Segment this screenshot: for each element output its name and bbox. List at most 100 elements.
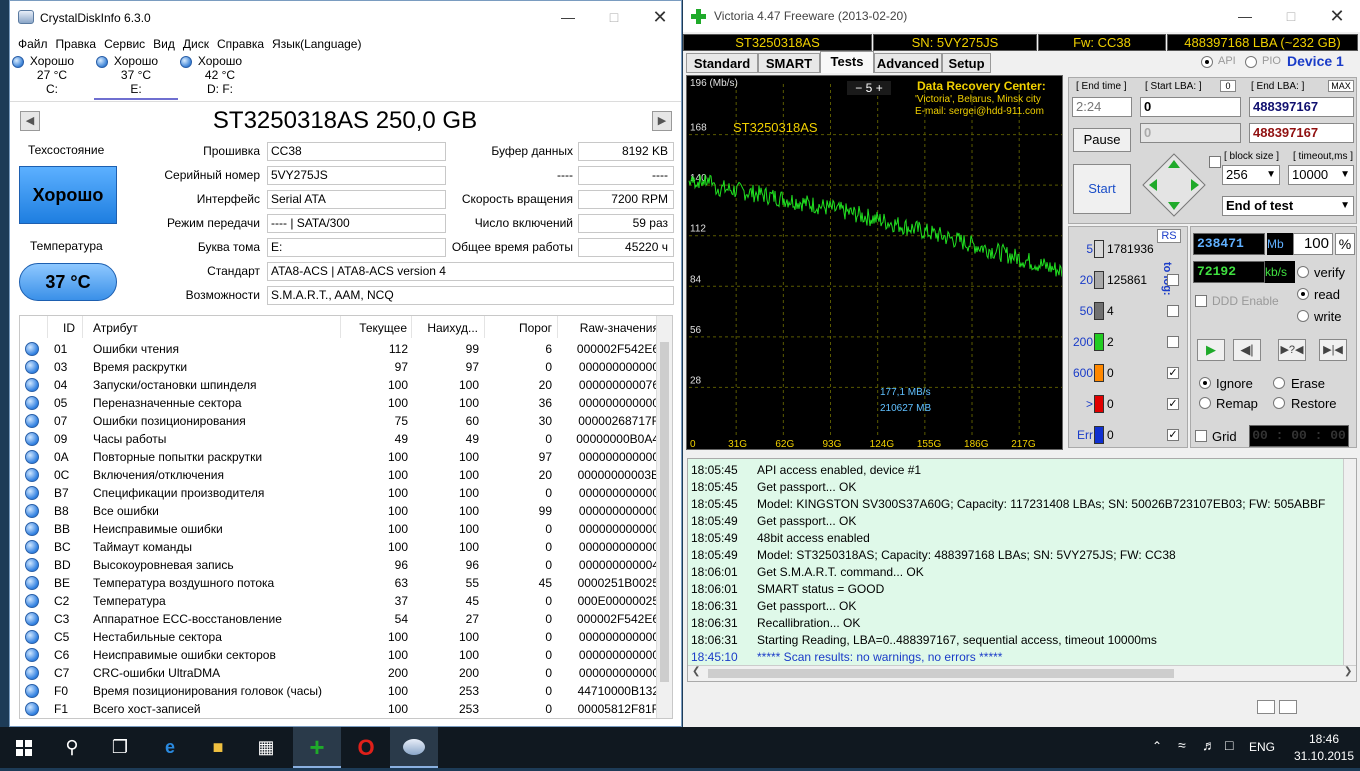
table-row[interactable]: 07 Ошибки позиционирования 75 60 30 000002687… bbox=[20, 412, 660, 430]
table-row[interactable]: C2 Температура 37 45 0 000E00000025 bbox=[20, 592, 660, 610]
store-icon[interactable]: ▦ bbox=[242, 727, 290, 768]
verify-radio[interactable] bbox=[1297, 266, 1309, 278]
end-time-input[interactable]: 2:24 bbox=[1072, 97, 1132, 117]
tab-advanced[interactable]: Advanced bbox=[874, 53, 942, 73]
remap-radio[interactable] bbox=[1199, 397, 1211, 409]
direction-pad[interactable] bbox=[1141, 152, 1207, 218]
grid-checkbox[interactable] bbox=[1195, 430, 1207, 442]
pad-checkbox[interactable] bbox=[1209, 156, 1221, 168]
end-mode-select[interactable]: End of test ▼ bbox=[1222, 196, 1354, 216]
crystaldiskinfo-taskbar-icon[interactable] bbox=[390, 727, 438, 768]
column-header-threshold[interactable]: Порог bbox=[485, 316, 558, 338]
notification-icon[interactable]: □ bbox=[1225, 737, 1233, 753]
column-header-attribute[interactable]: Атрибут bbox=[83, 316, 341, 338]
maximize-button[interactable]: □ bbox=[1268, 0, 1314, 32]
column-header-raw[interactable]: Raw-значения bbox=[558, 316, 660, 338]
menu-service[interactable]: Сервис bbox=[104, 34, 145, 54]
table-row[interactable]: 09 Часы работы 49 49 0 00000000B0A4 bbox=[20, 430, 660, 448]
list-view-icon[interactable] bbox=[1257, 700, 1275, 714]
clock-date[interactable]: 31.10.2015 bbox=[1290, 749, 1358, 763]
ddd-enable-checkbox[interactable] bbox=[1195, 295, 1207, 307]
close-button[interactable]: ✕ bbox=[637, 1, 681, 33]
health-status-badge[interactable]: Хорошо bbox=[19, 166, 117, 224]
minimize-button[interactable]: — bbox=[545, 1, 591, 33]
smart-attributes-table[interactable]: ID Атрибут Текущее Наихуд... Порог Raw-з… bbox=[19, 315, 673, 719]
log-checkbox[interactable]: ✓ bbox=[1167, 367, 1179, 379]
table-row[interactable]: F1 Всего хост-записей 100 253 0 00005812F81F bbox=[20, 700, 660, 718]
victoria-titlebar[interactable]: Victoria 4.47 Freeware (2013-02-20) — □ … bbox=[683, 0, 1360, 32]
column-header-current[interactable]: Текущее bbox=[341, 316, 412, 338]
log-scroll-thumb[interactable] bbox=[708, 669, 1174, 678]
timeout-select[interactable]: 10000 ▼ bbox=[1288, 165, 1354, 185]
log-checkbox[interactable] bbox=[1167, 336, 1179, 348]
tab-standard[interactable]: Standard bbox=[686, 53, 758, 73]
log-checkbox[interactable] bbox=[1167, 274, 1179, 286]
victoria-taskbar-icon[interactable]: + bbox=[293, 727, 341, 768]
log-checkbox[interactable] bbox=[1167, 305, 1179, 317]
log-hscrollbar[interactable]: ❮ ❯ bbox=[688, 665, 1356, 681]
menu-help[interactable]: Справка bbox=[217, 34, 264, 54]
log-checkbox[interactable]: ✓ bbox=[1167, 429, 1179, 441]
back-button[interactable]: ◀| bbox=[1233, 339, 1261, 361]
column-header-worst[interactable]: Наихуд... bbox=[412, 316, 485, 338]
start-lba-input[interactable]: 0 bbox=[1140, 97, 1241, 117]
menu-view[interactable]: Вид bbox=[153, 34, 175, 54]
drive-tab-d-f[interactable]: Хорошо 42 °C D: F: bbox=[178, 54, 262, 100]
scrollbar-thumb[interactable] bbox=[660, 342, 669, 682]
next-disk-button[interactable]: ▶ bbox=[652, 111, 672, 131]
chevron-right-icon[interactable]: ❯ bbox=[1344, 666, 1352, 677]
menu-language[interactable]: Язык(Language) bbox=[272, 34, 361, 54]
api-radio[interactable] bbox=[1201, 56, 1213, 68]
read-radio[interactable] bbox=[1297, 288, 1309, 300]
table-row[interactable]: B7 Спецификации производителя 100 100 0 00000… bbox=[20, 484, 660, 502]
write-radio[interactable] bbox=[1297, 310, 1309, 322]
table-row[interactable]: BB Неисправимые ошибки 100 100 0 000000000000 bbox=[20, 520, 660, 538]
cdi-titlebar[interactable]: CrystalDiskInfo 6.3.0 — □ ✕ bbox=[10, 1, 681, 33]
wifi-icon[interactable]: ≈ bbox=[1178, 737, 1186, 753]
column-header-id[interactable]: ID bbox=[48, 316, 83, 338]
graph-scale-spinner[interactable]: − 5 + bbox=[847, 81, 891, 95]
menu-disk[interactable]: Диск bbox=[183, 34, 209, 54]
minimize-button[interactable]: — bbox=[1222, 0, 1268, 32]
prev-disk-button[interactable]: ◀ bbox=[20, 111, 40, 131]
table-row[interactable]: 05 Переназначенные сектора 100 100 36 0000000… bbox=[20, 394, 660, 412]
log-vscrollbar[interactable] bbox=[1343, 459, 1356, 665]
rs-button[interactable]: RS bbox=[1157, 229, 1181, 243]
skip-unknown-button[interactable]: ▶?◀ bbox=[1278, 339, 1306, 361]
tab-setup[interactable]: Setup bbox=[942, 53, 991, 73]
maximize-button[interactable]: □ bbox=[591, 1, 637, 33]
pause-button[interactable]: Pause bbox=[1073, 128, 1131, 152]
device-label[interactable]: Device 1 bbox=[1287, 53, 1344, 69]
table-row[interactable]: C5 Нестабильные сектора 100 100 0 00000000000… bbox=[20, 628, 660, 646]
restore-radio[interactable] bbox=[1273, 397, 1285, 409]
table-row[interactable]: C7 CRC-ошибки UltraDMA 200 200 0 000000000000 bbox=[20, 664, 660, 682]
end-button[interactable]: ▶|◀ bbox=[1319, 339, 1347, 361]
ignore-radio[interactable] bbox=[1199, 377, 1211, 389]
table-row[interactable]: 0C Включения/отключения 100 100 20 0000000000… bbox=[20, 466, 660, 484]
block-size-select[interactable]: 256 ▼ bbox=[1222, 165, 1280, 185]
opera-icon[interactable]: O bbox=[342, 727, 390, 768]
table-row[interactable]: 04 Запуски/остановки шпинделя 100 100 20 0000… bbox=[20, 376, 660, 394]
clock-time[interactable]: 18:46 bbox=[1296, 732, 1352, 746]
scale-plus[interactable]: + bbox=[876, 81, 883, 95]
start-button[interactable]: Start bbox=[1073, 164, 1131, 214]
play-button[interactable]: ▶ bbox=[1197, 339, 1225, 361]
tab-tests[interactable]: Tests bbox=[820, 51, 874, 73]
table-row[interactable]: C3 Аппаратное ECC-восстановление 54 27 0 0000… bbox=[20, 610, 660, 628]
log-checkbox[interactable]: ✓ bbox=[1167, 398, 1179, 410]
chevron-left-icon[interactable]: ❮ bbox=[692, 666, 700, 677]
file-explorer-icon[interactable]: ■ bbox=[194, 727, 242, 768]
volume-icon[interactable]: ♬ bbox=[1202, 737, 1216, 753]
table-row[interactable]: C6 Неисправимые ошибки секторов 100 100 0 000… bbox=[20, 646, 660, 664]
table-scrollbar[interactable] bbox=[656, 316, 672, 718]
table-row[interactable]: 03 Время раскрутки 97 97 0 000000000000 bbox=[20, 358, 660, 376]
table-row[interactable]: BE Температура воздушного потока 63 55 45 000… bbox=[20, 574, 660, 592]
tab-smart[interactable]: SMART bbox=[758, 53, 820, 73]
table-row[interactable]: 01 Ошибки чтения 112 99 6 000002F542E6 bbox=[20, 340, 660, 358]
pio-radio[interactable] bbox=[1245, 56, 1257, 68]
detail-view-icon[interactable] bbox=[1279, 700, 1297, 714]
event-log[interactable]: 18:05:45 API access enabled, device #1 18:… bbox=[687, 458, 1357, 682]
edge-icon[interactable]: e bbox=[146, 727, 194, 768]
menu-edit[interactable]: Правка bbox=[56, 34, 97, 54]
language-indicator[interactable]: ENG bbox=[1249, 740, 1275, 754]
